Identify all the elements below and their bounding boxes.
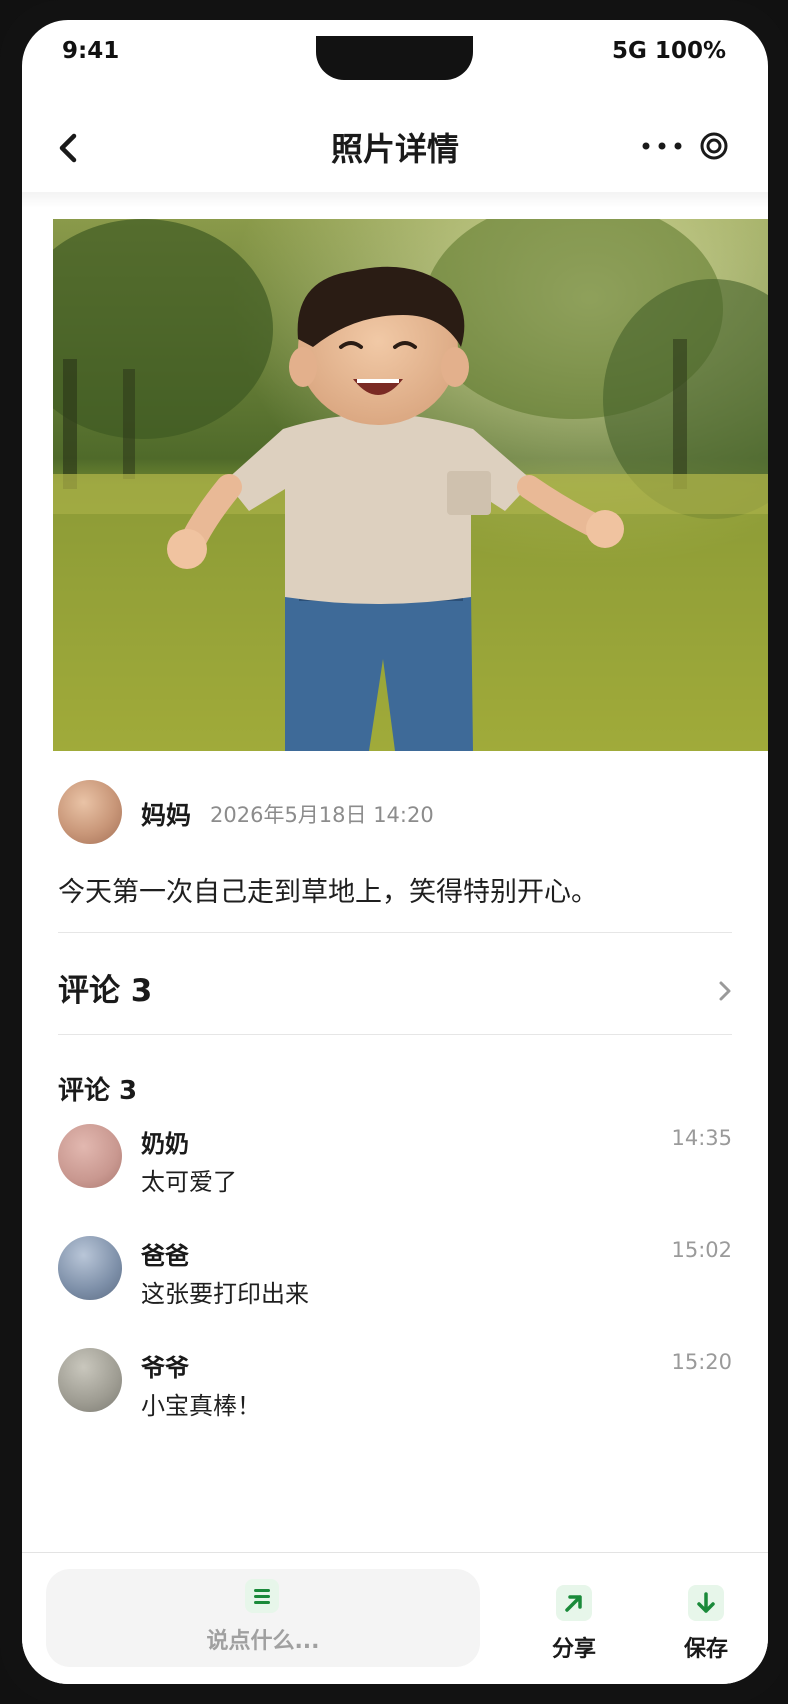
more-icon: [642, 142, 682, 150]
download-arrow-icon: [688, 1585, 724, 1621]
comment-text: 这张要打印出来: [141, 1280, 309, 1308]
phone-frame: 9:41 5G 100% 照片详情 妈妈 2026年5月18日 14:20 今天…: [0, 0, 788, 1704]
share-arrow-icon: [556, 1585, 592, 1621]
menu-icon: [245, 1579, 279, 1613]
comments-section-title: 评论 3: [58, 1076, 138, 1106]
screen: 9:41 5G 100% 照片详情 妈妈 2026年5月18日 14:20 今天…: [22, 20, 768, 1684]
commenter-name[interactable]: 奶奶: [141, 1124, 189, 1159]
status-network-battery: 5G 100%: [612, 38, 726, 64]
save-button[interactable]: 保存: [666, 1585, 746, 1665]
comment-item[interactable]: 爸爸 这张要打印出来 15:02: [58, 1236, 732, 1316]
photo[interactable]: [53, 219, 768, 751]
post-caption: 今天第一次自己走到草地上，笑得特别开心。: [58, 877, 598, 908]
comments-link[interactable]: 评论 3: [58, 965, 152, 1010]
post-timestamp: 2026年5月18日 14:20: [210, 803, 434, 827]
comment-time: 14:35: [671, 1126, 732, 1150]
nav-shadow: [22, 192, 768, 208]
comment-time: 15:20: [671, 1350, 732, 1374]
comment-item[interactable]: 奶奶 太可爱了 14:35: [58, 1124, 732, 1204]
status-time: 9:41: [62, 38, 120, 64]
comment-text: 太可爱了: [141, 1168, 237, 1196]
comments-chevron-button[interactable]: [718, 980, 732, 1002]
save-label: 保存: [683, 1637, 728, 1662]
author-avatar[interactable]: [58, 780, 122, 844]
share-label: 分享: [551, 1637, 596, 1662]
comment-input[interactable]: 说点什么...: [46, 1569, 480, 1667]
commenter-avatar[interactable]: [58, 1348, 122, 1412]
comment-text: 小宝真棒！: [141, 1392, 261, 1420]
target-button[interactable]: [698, 130, 730, 162]
bottom-action-bar: 说点什么... 分享 保存: [22, 1552, 768, 1684]
divider: [58, 1034, 732, 1035]
camera-notch: [316, 36, 473, 80]
commenter-avatar[interactable]: [58, 1236, 122, 1300]
share-button[interactable]: 分享: [534, 1585, 614, 1665]
commenter-avatar[interactable]: [58, 1124, 122, 1188]
chevron-right-icon: [719, 981, 731, 1001]
comment-time: 15:02: [671, 1238, 732, 1262]
commenter-name[interactable]: 爷爷: [141, 1348, 189, 1383]
comment-input-placeholder: 说点什么...: [206, 1629, 320, 1654]
more-button[interactable]: [640, 134, 688, 158]
target-icon: [700, 132, 728, 160]
photo-image: [53, 219, 768, 751]
commenter-name[interactable]: 爸爸: [141, 1236, 189, 1271]
comment-item[interactable]: 爷爷 小宝真棒！ 15:20: [58, 1348, 732, 1428]
author-name[interactable]: 妈妈: [141, 796, 191, 832]
divider: [58, 932, 732, 933]
